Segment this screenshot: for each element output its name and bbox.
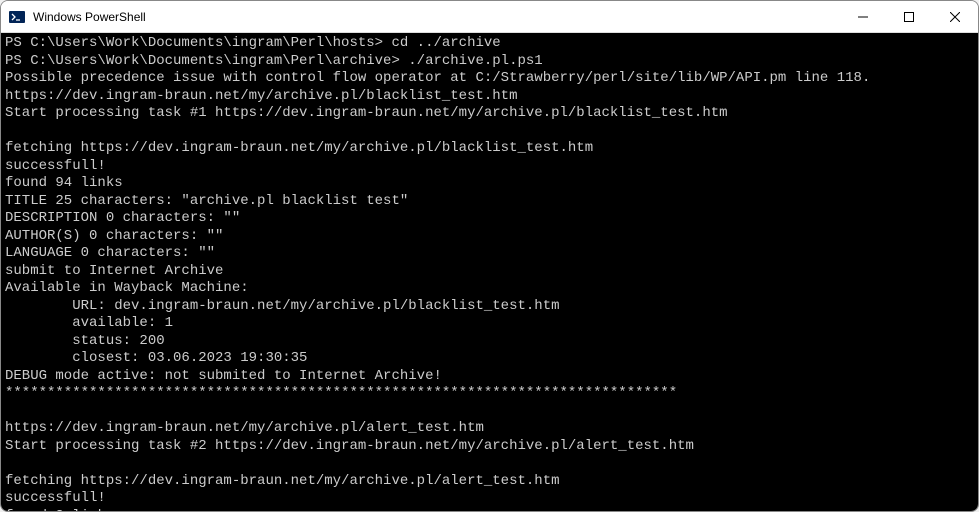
close-button[interactable] [932, 1, 978, 32]
prompt: PS C:\Users\Work\Documents\ingram\Perl\a… [5, 53, 408, 69]
window-title: Windows PowerShell [33, 10, 840, 24]
terminal-line: URL: dev.ingram-braun.net/my/archive.pl/… [5, 298, 974, 316]
terminal-line: AUTHOR(S) 0 characters: "" [5, 228, 974, 246]
terminal-line: Available in Wayback Machine: [5, 280, 974, 298]
terminal-line: PS C:\Users\Work\Documents\ingram\Perl\h… [5, 35, 974, 53]
terminal-line: successfull! [5, 158, 974, 176]
terminal-line: available: 1 [5, 315, 974, 333]
command: cd ../archive [391, 35, 500, 51]
minimize-button[interactable] [840, 1, 886, 32]
terminal-line: closest: 03.06.2023 19:30:35 [5, 350, 974, 368]
window-controls [840, 1, 978, 32]
terminal-line: https://dev.ingram-braun.net/my/archive.… [5, 88, 974, 106]
terminal-line: status: 200 [5, 333, 974, 351]
terminal-line: successfull! [5, 490, 974, 508]
terminal-output[interactable]: PS C:\Users\Work\Documents\ingram\Perl\h… [1, 33, 978, 511]
terminal-line: DEBUG mode active: not submited to Inter… [5, 368, 974, 386]
maximize-button[interactable] [886, 1, 932, 32]
terminal-line [5, 123, 974, 141]
terminal-line: Possible precedence issue with control f… [5, 70, 974, 88]
terminal-line: Start processing task #2 https://dev.ing… [5, 438, 974, 456]
terminal-line: found 2 links [5, 508, 974, 512]
terminal-line: fetching https://dev.ingram-braun.net/my… [5, 473, 974, 491]
prompt: PS C:\Users\Work\Documents\ingram\Perl\h… [5, 35, 391, 51]
terminal-line: LANGUAGE 0 characters: "" [5, 245, 974, 263]
terminal-line: found 94 links [5, 175, 974, 193]
terminal-line: DESCRIPTION 0 characters: "" [5, 210, 974, 228]
powershell-icon [9, 9, 25, 25]
terminal-line: submit to Internet Archive [5, 263, 974, 281]
terminal-line [5, 403, 974, 421]
terminal-line: TITLE 25 characters: "archive.pl blackli… [5, 193, 974, 211]
powershell-window: Windows PowerShell PS C:\Users\Work\Docu… [0, 0, 979, 512]
terminal-line: PS C:\Users\Work\Documents\ingram\Perl\a… [5, 53, 974, 71]
terminal-line: fetching https://dev.ingram-braun.net/my… [5, 140, 974, 158]
terminal-line [5, 455, 974, 473]
terminal-line: Start processing task #1 https://dev.ing… [5, 105, 974, 123]
command: ./archive.pl.ps1 [408, 53, 542, 69]
terminal-line: https://dev.ingram-braun.net/my/archive.… [5, 420, 974, 438]
titlebar[interactable]: Windows PowerShell [1, 1, 978, 33]
terminal-line: ****************************************… [5, 385, 974, 403]
